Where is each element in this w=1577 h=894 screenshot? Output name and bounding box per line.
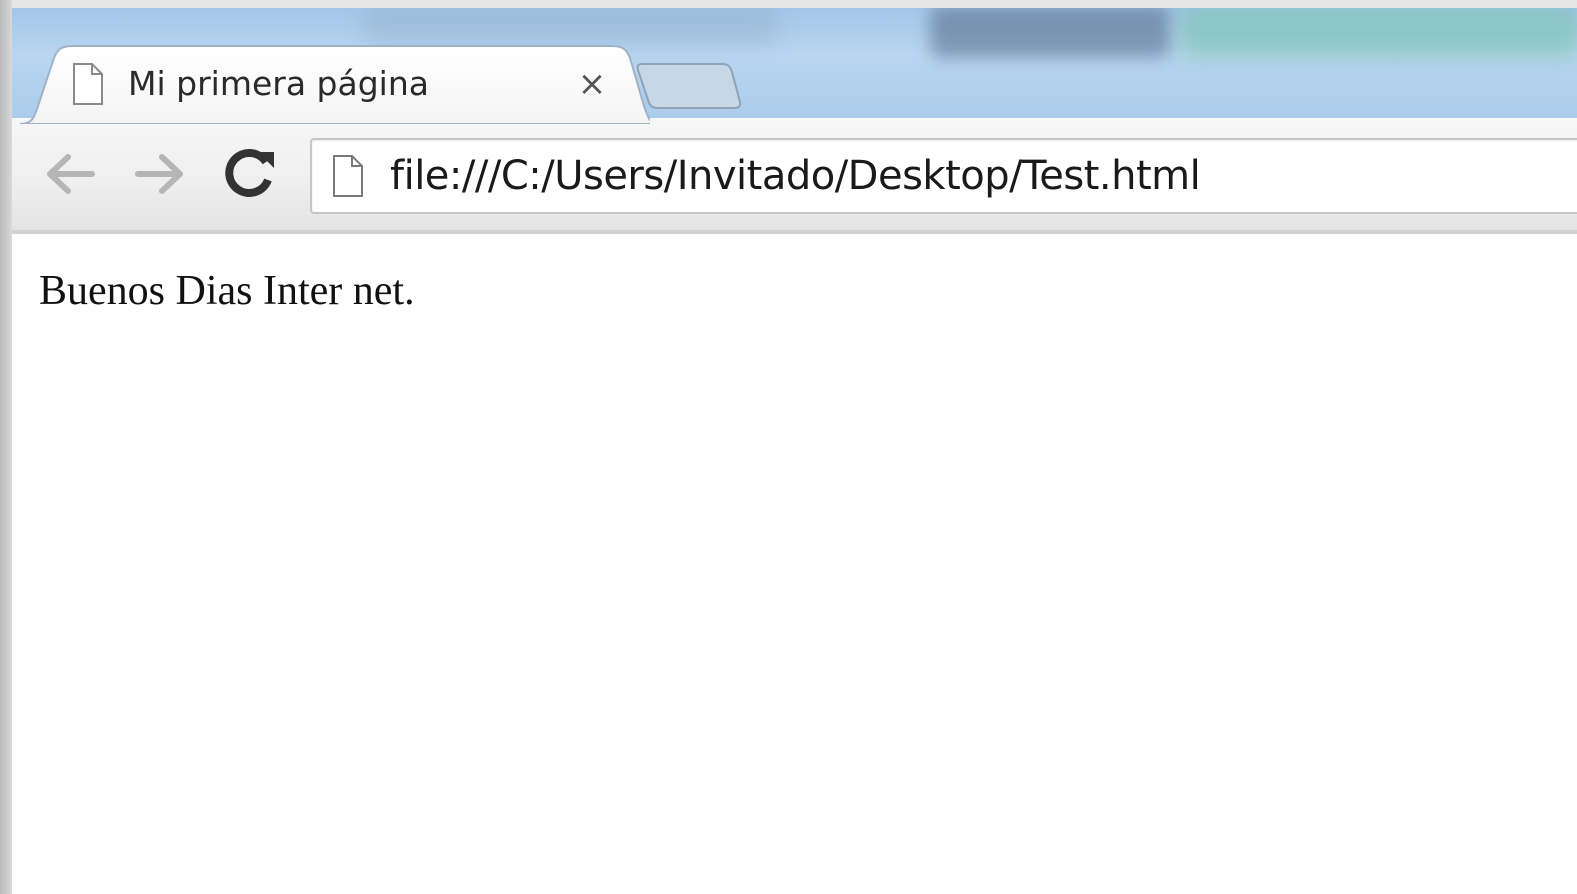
- arrow-left-icon: [47, 154, 95, 194]
- tab-title: Mi primera página: [128, 64, 429, 103]
- back-button[interactable]: [38, 142, 102, 206]
- page-icon: [330, 154, 366, 198]
- blurred-background: [360, 4, 780, 44]
- address-url[interactable]: file:///C:/Users/Invitado/Desktop/Test.h…: [390, 150, 1201, 202]
- window-top-edge: [0, 0, 1577, 8]
- page-body-text: Buenos Dias Inter net.: [39, 268, 415, 314]
- reload-icon: [225, 149, 274, 197]
- browser-window: Mi primera página × file:///C:/Users/Inv…: [0, 0, 1577, 894]
- arrow-right-icon: [135, 154, 183, 194]
- page-icon: [70, 62, 106, 106]
- blurred-background: [1180, 6, 1577, 58]
- close-icon[interactable]: ×: [572, 64, 612, 104]
- reload-button[interactable]: [218, 140, 282, 204]
- window-left-edge: [0, 0, 12, 894]
- page-content: Buenos Dias Inter net.: [12, 234, 1577, 894]
- tab-active[interactable]: Mi primera página ×: [20, 44, 650, 124]
- browser-toolbar: file:///C:/Users/Invitado/Desktop/Test.h…: [0, 118, 1577, 234]
- forward-button[interactable]: [128, 142, 192, 206]
- blurred-background: [930, 6, 1170, 58]
- address-bar[interactable]: file:///C:/Users/Invitado/Desktop/Test.h…: [310, 138, 1577, 214]
- new-tab-button[interactable]: [636, 58, 746, 110]
